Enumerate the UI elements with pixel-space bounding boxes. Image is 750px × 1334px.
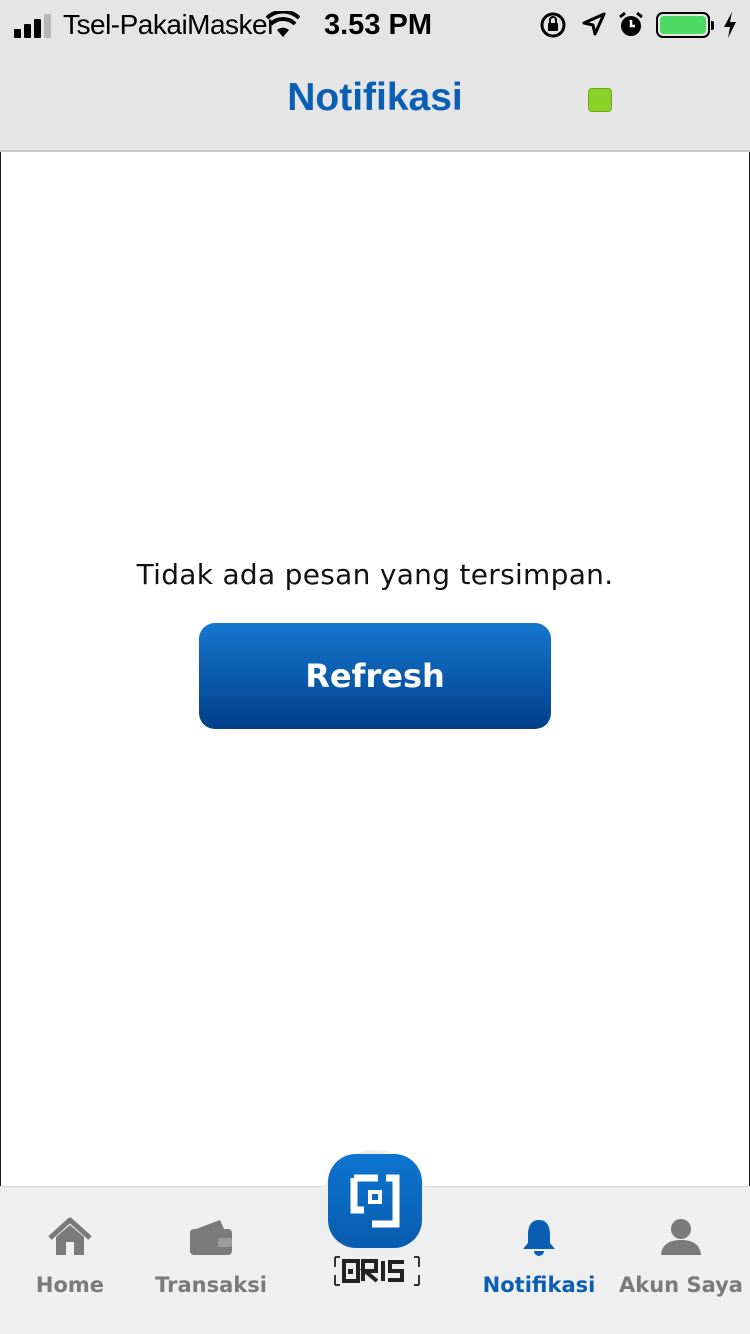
battery-icon — [656, 12, 714, 38]
refresh-button[interactable]: Refresh — [199, 623, 551, 729]
alarm-icon — [619, 11, 643, 36]
rotation-lock-icon — [540, 12, 566, 38]
page-title: Notifikasi — [287, 76, 463, 119]
qris-logo — [334, 1256, 420, 1286]
battery-level — [660, 16, 706, 34]
tab-akun-saya[interactable]: Akun Saya — [612, 1187, 750, 1333]
signal-icon — [14, 14, 54, 38]
wifi-icon — [266, 11, 300, 37]
charging-icon — [724, 12, 736, 38]
tab-notifikasi[interactable]: Notifikasi — [470, 1187, 608, 1333]
location-icon — [582, 12, 606, 36]
tab-home-label: Home — [35, 1273, 105, 1297]
tab-transaksi[interactable]: Transaksi — [140, 1187, 282, 1333]
top-header: Tsel-PakaiMasker 3.53 PM Notifikasi — [0, 0, 750, 152]
home-icon — [48, 1217, 92, 1255]
tab-qris[interactable] — [322, 1150, 428, 1290]
tab-home[interactable]: Home — [0, 1187, 140, 1333]
status-time: 3.53 PM — [324, 9, 432, 41]
status-bar: Tsel-PakaiMasker 3.53 PM — [0, 0, 750, 52]
wallet-icon — [190, 1220, 232, 1255]
user-icon — [661, 1219, 701, 1255]
empty-state-message: Tidak ada pesan yang tersimpan. — [136, 558, 614, 591]
connection-indicator — [588, 88, 612, 112]
tab-transaksi-label: Transaksi — [155, 1273, 267, 1297]
qris-scan-button[interactable] — [328, 1154, 422, 1248]
tab-akun-saya-label: Akun Saya — [619, 1273, 743, 1297]
bell-icon — [523, 1220, 555, 1256]
qris-icon — [350, 1174, 400, 1228]
carrier-name: Tsel-PakaiMasker — [63, 9, 276, 40]
tab-notifikasi-label: Notifikasi — [482, 1273, 596, 1297]
